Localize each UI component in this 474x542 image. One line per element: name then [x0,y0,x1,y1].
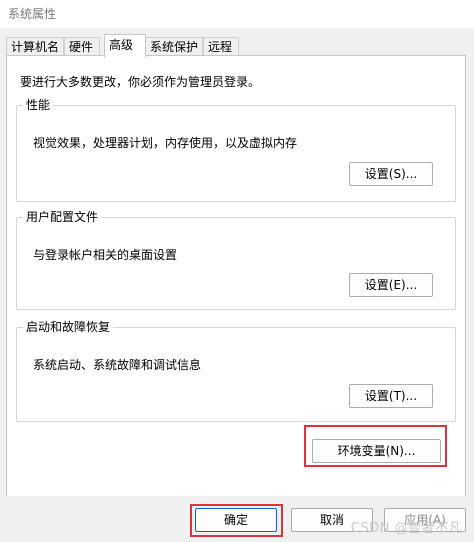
window-title: 系统属性 [8,7,57,21]
ok-button-highlight [190,504,283,537]
performance-group-title: 性能 [26,98,51,112]
tab-advanced[interactable]: 高级 [104,34,146,58]
performance-settings-button[interactable]: 设置(S)... [349,162,433,186]
csdn-watermark: CSDN @智者不凡 [350,521,462,536]
user-profiles-group-title: 用户配置文件 [26,210,99,224]
admin-note: 要进行大多数更改，你必须作为管理员登录。 [20,75,261,89]
startup-recovery-description: 系统启动、系统故障和调试信息 [33,358,202,372]
tab-hardware[interactable]: 硬件 [64,37,100,56]
user-profiles-description: 与登录帐户相关的桌面设置 [33,248,178,262]
performance-description: 视觉效果，处理器计划，内存使用，以及虚拟内存 [33,136,298,150]
startup-recovery-settings-button[interactable]: 设置(T)... [349,384,433,408]
title-bar: 系统属性 [0,0,474,28]
startup-recovery-group-title: 启动和故障恢复 [26,320,111,334]
tab-system-protection[interactable]: 系统保护 [145,37,203,56]
tab-computer-name[interactable]: 计算机名 [6,37,64,56]
tab-remote[interactable]: 远程 [203,37,239,56]
user-profiles-settings-button[interactable]: 设置(E)... [349,273,433,297]
env-button-highlight [304,425,447,467]
performance-group: 性能 视觉效果，处理器计划，内存使用，以及虚拟内存 [16,98,456,202]
